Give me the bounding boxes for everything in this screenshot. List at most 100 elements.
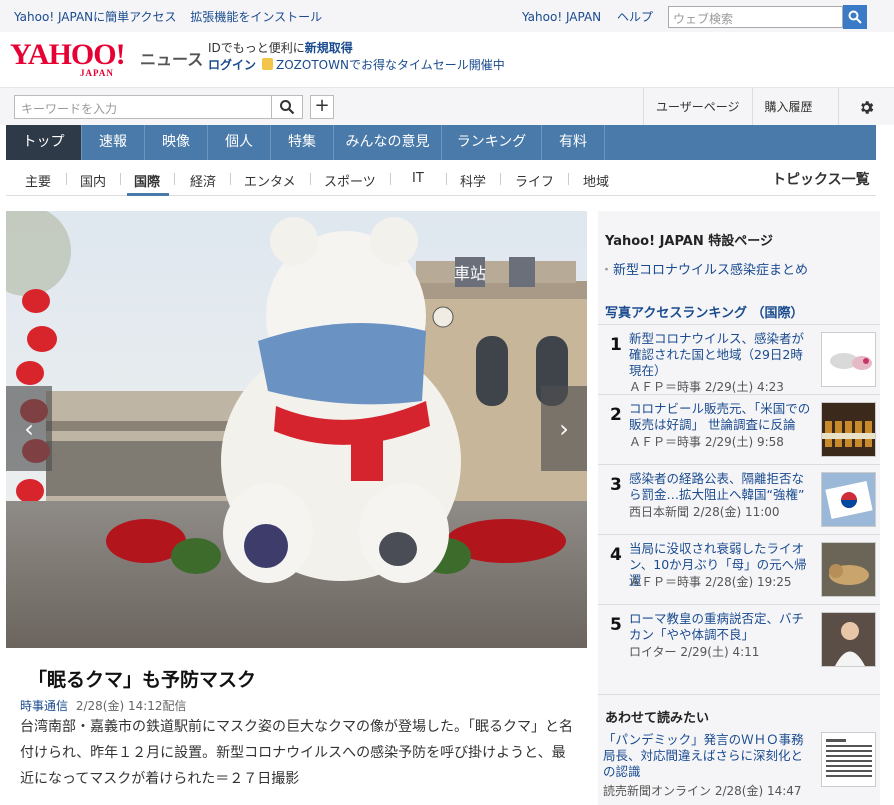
article-photo[interactable]: 車站 bbox=[6, 211, 587, 648]
rank-source: ＡＦＰ＝時事 2/28(金) 19:25 bbox=[629, 575, 792, 589]
ranking-item[interactable]: 5 ローマ教皇の重病説否定、バチカン「やや体調不良」 ロイター 2/29(土) … bbox=[598, 604, 880, 674]
next-photo-button[interactable]: › bbox=[541, 386, 587, 471]
gear-icon bbox=[861, 100, 874, 114]
covid-summary-link[interactable]: 新型コロナウイルス感染症まとめ bbox=[610, 259, 808, 278]
nav-breaking[interactable]: 速報 bbox=[82, 125, 145, 160]
cat-region[interactable]: 地域 bbox=[583, 171, 609, 190]
nav-ranking[interactable]: ランキング bbox=[442, 125, 542, 160]
special-page-heading: Yahoo! JAPAN 特設ページ bbox=[605, 234, 774, 249]
rank-thumbnail[interactable] bbox=[821, 332, 876, 387]
top-bar: Yahoo! JAPANに簡単アクセス 拡張機能をインストール Yahoo! J… bbox=[0, 0, 894, 32]
help-link[interactable]: ヘルプ bbox=[617, 10, 653, 24]
cat-sports[interactable]: スポーツ bbox=[324, 171, 376, 190]
rank-thumbnail[interactable] bbox=[821, 542, 876, 597]
related-section: あわせて読みたい 「パンデミック」発言のＷＨＯ事務局長、対応間違えばさらに深刻化… bbox=[598, 694, 880, 805]
rank-number: 4 bbox=[610, 545, 622, 565]
shopping-bag-icon bbox=[262, 58, 274, 70]
article-source[interactable]: 時事通信 bbox=[20, 699, 68, 713]
search-row: キーワードを入力 + ユーザーページ 購入履歴 bbox=[0, 87, 894, 126]
cat-life[interactable]: ライフ bbox=[515, 171, 554, 190]
article-meta: 時事通信 2/28(金) 14:12配信 bbox=[20, 697, 187, 714]
rank-title[interactable]: 感染者の経路公表、隔離拒否なら罰金…拡大阻止へ韓国“強権” bbox=[629, 471, 813, 503]
logo-section: ニュース bbox=[140, 50, 204, 69]
divider bbox=[174, 173, 175, 185]
divider bbox=[66, 173, 67, 185]
ranking-item[interactable]: 3 感染者の経路公表、隔離拒否なら罰金…拡大阻止へ韓国“強権” 西日本新聞 2/… bbox=[598, 464, 880, 534]
rank-thumbnail[interactable] bbox=[821, 402, 876, 457]
topics-list-link[interactable]: トピックス一覧 bbox=[772, 169, 870, 189]
nav-video[interactable]: 映像 bbox=[145, 125, 208, 160]
divider bbox=[310, 173, 311, 185]
rank-number: 5 bbox=[610, 615, 622, 635]
prev-photo-button[interactable]: ‹ bbox=[6, 386, 52, 471]
ranking-item[interactable]: 2 コロナビール販売元、「米国での販売は好調」 世論調査に反論 ＡＦＰ＝時事 2… bbox=[598, 394, 880, 464]
keyword-input[interactable]: キーワードを入力 bbox=[14, 95, 272, 119]
sidebar: Yahoo! JAPAN 特設ページ 新型コロナウイルス感染症まとめ 写真アクセ… bbox=[598, 211, 880, 805]
add-search-button[interactable]: + bbox=[310, 95, 334, 119]
divider bbox=[120, 173, 121, 185]
keyword-search-button[interactable] bbox=[271, 95, 303, 119]
nav-paid[interactable]: 有料 bbox=[542, 125, 605, 160]
nav-opinion[interactable]: みんなの意見 bbox=[334, 125, 442, 160]
related-thumbnail[interactable] bbox=[821, 732, 876, 787]
cat-economy[interactable]: 経済 bbox=[190, 171, 216, 190]
rank-thumbnail[interactable] bbox=[821, 612, 876, 667]
register-prefix: IDでもっと便利に bbox=[208, 41, 305, 55]
search-icon bbox=[848, 10, 862, 24]
rank-title[interactable]: コロナビール販売元、「米国での販売は好調」 世論調査に反論 bbox=[629, 401, 813, 433]
rank-number: 3 bbox=[610, 475, 622, 495]
top-links: Yahoo! JAPAN ヘルプ bbox=[522, 8, 665, 25]
yahoo-news-logo[interactable]: YAHOO! JAPAN ニュース bbox=[10, 38, 203, 79]
extension-promo[interactable]: Yahoo! JAPANに簡単アクセス 拡張機能をインストール bbox=[14, 8, 332, 25]
logo-brand: YAHOO! bbox=[10, 38, 126, 71]
cat-main[interactable]: 主要 bbox=[25, 171, 51, 190]
promo-install-link[interactable]: 拡張機能をインストール bbox=[190, 10, 322, 24]
web-search-button[interactable] bbox=[843, 5, 867, 29]
station-sign: 車站 bbox=[454, 264, 486, 283]
web-search-input[interactable]: ウェブ検索 bbox=[668, 6, 843, 28]
ranking-item[interactable]: 4 当局に没収され衰弱したライオン、10か月ぶり「母」の元へ帰還 ＡＦＰ＝時事 … bbox=[598, 534, 880, 604]
related-heading: あわせて読みたい bbox=[605, 711, 710, 726]
nav-top[interactable]: トップ bbox=[6, 125, 82, 160]
divider bbox=[446, 173, 447, 185]
rank-source: ロイター 2/29(土) 4:11 bbox=[629, 645, 760, 659]
rank-title[interactable]: 新型コロナウイルス、感染者が確認された国と地域（29日2時現在） bbox=[629, 331, 813, 379]
header: YAHOO! JAPAN ニュース IDでもっと便利に新規取得 ログイン ZOZO… bbox=[0, 32, 894, 86]
rank-title[interactable]: ローマ教皇の重病説否定、バチカン「やや体調不良」 bbox=[629, 611, 813, 643]
category-nav: 主要 国内 国際 経済 エンタメ スポーツ IT 科学 ライフ 地域 トピックス… bbox=[6, 160, 876, 196]
rank-thumbnail[interactable] bbox=[821, 472, 876, 527]
related-source: 読売新聞オンライン 2/28(金) 14:47 bbox=[603, 784, 802, 798]
article-title: 「眠るクマ」も予防マスク bbox=[28, 669, 257, 691]
divider bbox=[230, 173, 231, 185]
user-links: ユーザーページ 購入履歴 bbox=[643, 88, 825, 126]
settings-button[interactable] bbox=[838, 88, 894, 126]
related-title[interactable]: 「パンデミック」発言のＷＨＯ事務局長、対応間違えばさらに深刻化との認識 bbox=[603, 732, 813, 780]
ranking-item[interactable]: 1 新型コロナウイルス、感染者が確認された国と地域（29日2時現在） ＡＦＰ＝時… bbox=[598, 324, 880, 394]
article-caption: 台湾南部・嘉義市の鉄道駅前にマスク姿の巨大なクマの像が登場した。「眠るクマ」と名… bbox=[20, 719, 573, 787]
cat-entertainment[interactable]: エンタメ bbox=[244, 171, 296, 190]
login-link[interactable]: ログイン bbox=[208, 58, 256, 72]
chevron-left-icon: ‹ bbox=[24, 414, 34, 443]
purchase-history-link[interactable]: 購入履歴 bbox=[751, 88, 825, 126]
rank-source: 西日本新聞 2/28(金) 11:00 bbox=[629, 505, 780, 519]
yahoo-japan-link[interactable]: Yahoo! JAPAN bbox=[522, 10, 601, 24]
photo-ranking-heading[interactable]: 写真アクセスランキング （国際） bbox=[605, 302, 804, 321]
divider bbox=[500, 173, 501, 185]
cat-science[interactable]: 科学 bbox=[460, 171, 486, 190]
nav-individual[interactable]: 個人 bbox=[208, 125, 271, 160]
bear-statue-photo: 車站 bbox=[6, 211, 587, 648]
promo-access-link[interactable]: Yahoo! JAPANに簡単アクセス bbox=[14, 10, 177, 24]
cat-it[interactable]: IT bbox=[412, 171, 424, 186]
zozo-promo-link[interactable]: ZOZOTOWNでお得なタイムセール開催中 bbox=[276, 58, 505, 72]
article-datetime: 2/28(金) 14:12配信 bbox=[75, 699, 187, 713]
rank-source: ＡＦＰ＝時事 2/29(土) 4:23 bbox=[629, 380, 784, 394]
cat-domestic[interactable]: 国内 bbox=[80, 171, 106, 190]
main-nav: トップ 速報 映像 個人 特集 みんなの意見 ランキング 有料 bbox=[6, 125, 876, 160]
cat-international[interactable]: 国際 bbox=[134, 171, 160, 190]
active-tab-indicator bbox=[127, 193, 169, 196]
search-icon bbox=[280, 100, 295, 115]
nav-feature[interactable]: 特集 bbox=[271, 125, 334, 160]
divider bbox=[568, 173, 569, 185]
register-link[interactable]: 新規取得 bbox=[305, 41, 353, 55]
user-page-link[interactable]: ユーザーページ bbox=[643, 88, 752, 126]
